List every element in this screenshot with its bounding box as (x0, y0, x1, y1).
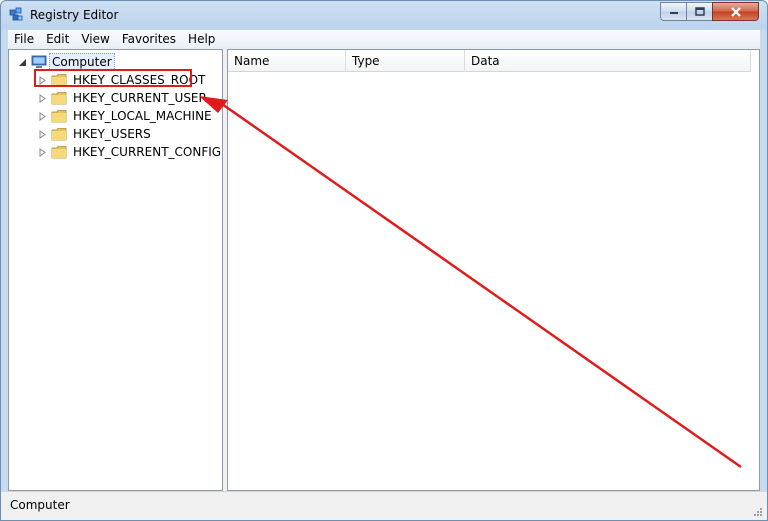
tree-item-hklm[interactable]: HKEY_LOCAL_MACHINE (9, 107, 212, 125)
maximize-button[interactable] (686, 2, 713, 21)
values-list[interactable]: Name Type Data (227, 49, 760, 491)
folder-icon (51, 146, 67, 159)
title-bar[interactable]: Registry Editor (1, 1, 767, 30)
highlight-box (34, 69, 192, 87)
registry-editor-icon (9, 7, 23, 21)
status-path: Computer (10, 498, 70, 512)
registry-tree[interactable]: Computer HKEY_CLASSES_ROOT HKEY_CURRENT_… (8, 49, 223, 491)
computer-icon (31, 55, 47, 68)
menu-edit[interactable]: Edit (40, 30, 75, 49)
column-header-type[interactable]: Type (346, 50, 465, 72)
status-bar: Computer (1, 491, 767, 520)
menu-help[interactable]: Help (182, 30, 221, 49)
folder-icon (51, 92, 67, 105)
resize-grip-icon[interactable] (753, 507, 763, 517)
minimize-icon (669, 11, 678, 14)
expand-arrow-icon[interactable] (38, 94, 47, 103)
expand-arrow-icon[interactable] (38, 148, 47, 157)
close-icon (730, 6, 741, 17)
folder-icon (51, 110, 67, 123)
window-title: Registry Editor (30, 8, 119, 22)
maximize-icon (694, 7, 705, 16)
collapse-arrow-icon[interactable] (18, 58, 27, 67)
menu-view[interactable]: View (75, 30, 115, 49)
tree-label-hkey-users: HKEY_USERS (73, 127, 151, 141)
tree-item-hkcc[interactable]: HKEY_CURRENT_CONFIG (9, 143, 221, 161)
tree-label-hkey-current-config: HKEY_CURRENT_CONFIG (73, 145, 222, 159)
minimize-button[interactable] (660, 2, 687, 21)
expand-arrow-icon[interactable] (38, 130, 47, 139)
column-header-name[interactable]: Name (228, 50, 346, 72)
menu-file[interactable]: File (8, 30, 40, 49)
column-header-data[interactable]: Data (465, 50, 751, 72)
folder-icon (51, 128, 67, 141)
menu-favorites[interactable]: Favorites (116, 30, 182, 49)
tree-item-hku[interactable]: HKEY_USERS (9, 125, 209, 143)
close-button[interactable] (712, 2, 759, 21)
expand-arrow-icon[interactable] (38, 112, 47, 121)
tree-item-hkcu[interactable]: HKEY_CURRENT_USER (9, 89, 209, 107)
content-area: Computer HKEY_CLASSES_ROOT HKEY_CURRENT_… (8, 49, 760, 491)
tree-label-hkey-current-user: HKEY_CURRENT_USER (73, 91, 207, 105)
tree-label-hkey-local-machine: HKEY_LOCAL_MACHINE (73, 109, 212, 123)
menu-bar: File Edit View Favorites Help (8, 30, 760, 49)
